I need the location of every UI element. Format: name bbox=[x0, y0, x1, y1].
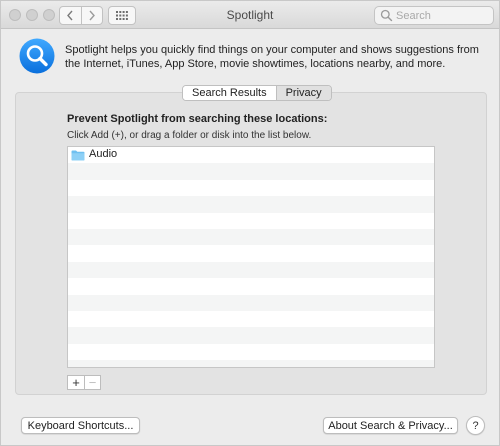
empty-row bbox=[68, 163, 434, 180]
list-item[interactable]: Audio bbox=[68, 147, 434, 163]
close-window-button[interactable] bbox=[9, 9, 21, 21]
spotlight-description: Spotlight helps you quickly find things … bbox=[65, 44, 479, 70]
search-icon bbox=[380, 9, 393, 22]
empty-row bbox=[68, 228, 434, 246]
privacy-instructions: Click Add (+), or drag a folder or disk … bbox=[67, 130, 312, 141]
chevron-right-icon bbox=[89, 10, 95, 21]
search-field[interactable] bbox=[374, 6, 494, 25]
privacy-heading: Prevent Spotlight from searching these l… bbox=[67, 113, 328, 125]
empty-row bbox=[68, 327, 434, 344]
empty-row bbox=[68, 360, 434, 367]
search-input[interactable] bbox=[396, 9, 491, 22]
remove-location-button[interactable]: − bbox=[84, 376, 100, 389]
zoom-window-button[interactable] bbox=[43, 9, 55, 21]
empty-row bbox=[68, 294, 434, 311]
grid-icon bbox=[116, 11, 128, 20]
about-search-privacy-button[interactable]: About Search & Privacy... bbox=[323, 417, 458, 434]
forward-button[interactable] bbox=[80, 7, 103, 24]
empty-row bbox=[68, 278, 434, 294]
spotlight-magnifier-icon bbox=[19, 38, 55, 74]
help-button[interactable]: ? bbox=[466, 416, 485, 435]
tab-search-results[interactable]: Search Results bbox=[183, 86, 276, 100]
folder-icon bbox=[71, 150, 85, 161]
back-button[interactable] bbox=[60, 7, 81, 24]
empty-row bbox=[68, 196, 434, 213]
minimize-window-button[interactable] bbox=[26, 9, 38, 21]
add-remove-control: + − bbox=[67, 375, 101, 390]
tab-privacy[interactable]: Privacy bbox=[275, 86, 331, 100]
keyboard-shortcuts-button[interactable]: Keyboard Shortcuts... bbox=[21, 417, 140, 434]
empty-row bbox=[68, 261, 434, 279]
tab-bar: Search Results Privacy bbox=[182, 85, 332, 101]
navigation-buttons bbox=[59, 6, 103, 25]
location-name: Audio bbox=[89, 148, 118, 160]
title-bar: Spotlight bbox=[1, 1, 499, 29]
chevron-left-icon bbox=[67, 10, 73, 21]
show-all-button[interactable] bbox=[108, 6, 136, 25]
add-location-button[interactable]: + bbox=[68, 376, 84, 389]
empty-row bbox=[68, 245, 434, 261]
empty-row bbox=[68, 213, 434, 229]
empty-row bbox=[68, 180, 434, 196]
preferences-window: Spotlight Spotlight helps you quickly fi… bbox=[0, 0, 500, 446]
excluded-locations-list[interactable]: Audio bbox=[67, 146, 435, 368]
empty-row bbox=[68, 311, 434, 327]
empty-row bbox=[68, 344, 434, 360]
